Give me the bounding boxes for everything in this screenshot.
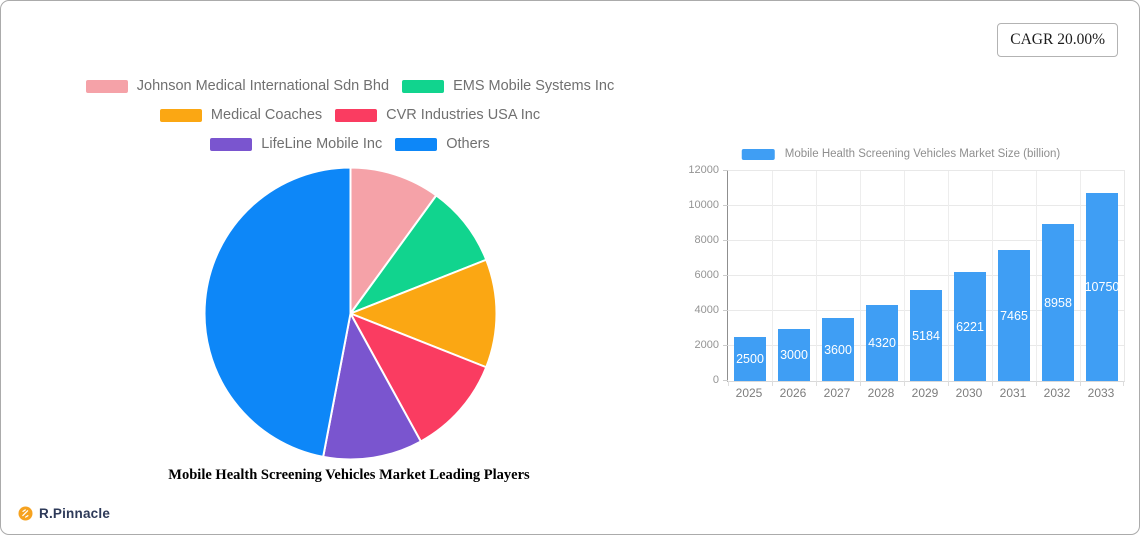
- bar-legend-item[interactable]: Mobile Health Screening Vehicles Market …: [741, 148, 1061, 160]
- x-axis-tick-label: 2030: [955, 386, 983, 400]
- legend-swatch: [85, 79, 128, 93]
- x-axis-tick-label: 2032: [1043, 386, 1071, 400]
- gridline-vertical: [948, 171, 949, 381]
- legend-item-medical-coaches[interactable]: Medical Coaches: [159, 107, 323, 123]
- y-axis-tick: [723, 275, 728, 276]
- pie-legend-row: Johnson Medical International Sdn Bhd EMS…: [85, 75, 614, 97]
- y-axis-tick: [723, 240, 728, 241]
- gridline-vertical: [992, 171, 993, 381]
- cagr-label: CAGR 20.00%: [1010, 31, 1105, 48]
- bar-value-label: 4320: [868, 336, 896, 351]
- y-axis-tick: [723, 345, 728, 346]
- y-axis-tick-label: 4000: [694, 304, 719, 316]
- legend-item-lifeline-mobile-inc[interactable]: LifeLine Mobile Inc: [210, 136, 382, 152]
- bar-value-label: 6221: [956, 319, 984, 334]
- pinnacle-logo-icon: [18, 506, 33, 521]
- bar-value-label: 10750: [1084, 279, 1120, 294]
- bar-value-label: 8958: [1044, 295, 1072, 310]
- bar-value-label: 3000: [780, 347, 808, 362]
- x-axis-tick: [1123, 381, 1124, 386]
- report-canvas: CAGR 20.00% Johnson Medical Internationa…: [0, 0, 1140, 535]
- bar-chart: Mobile Health Screening Vehicles Market …: [688, 148, 1125, 404]
- legend-label: CVR Industries USA Inc: [386, 107, 541, 123]
- legend-item-cvr-industries-usa-inc[interactable]: CVR Industries USA Inc: [335, 107, 540, 123]
- y-axis-tick-label: 2000: [694, 339, 719, 351]
- legend-label: EMS Mobile Systems Inc: [453, 78, 615, 94]
- pie-legend: Johnson Medical International Sdn Bhd EMS…: [0, 75, 700, 155]
- y-axis-tick: [723, 310, 728, 311]
- legend-item-ems-mobile-systems-inc[interactable]: EMS Mobile Systems Inc: [402, 78, 614, 94]
- brand-name: R.Pinnacle: [39, 506, 111, 521]
- bar-value-label: 7465: [1000, 308, 1028, 323]
- pie-legend-row: LifeLine Mobile Inc Others: [210, 133, 490, 155]
- legend-swatch: [402, 79, 445, 93]
- x-axis-tick-label: 2027: [823, 386, 851, 400]
- y-axis-tick: [723, 205, 728, 206]
- bar-value-label: 3600: [824, 342, 852, 357]
- x-axis-tick-label: 2031: [999, 386, 1027, 400]
- brand-logo: R.Pinnacle: [18, 506, 110, 521]
- x-axis-tick-label: 2029: [911, 386, 939, 400]
- y-axis: 0 2000 4000 6000 8000 10000 12000: [669, 164, 719, 386]
- pie-chart-title: Mobile Health Screening Vehicles Market …: [168, 467, 530, 483]
- legend-label: Others: [446, 136, 490, 152]
- legend-swatch: [210, 137, 253, 151]
- x-axis-tick-label: 2026: [779, 386, 807, 400]
- pie-chart-svg: [203, 166, 498, 461]
- pie-legend-row: Medical Coaches CVR Industries USA Inc: [159, 104, 540, 126]
- legend-label: LifeLine Mobile Inc: [261, 136, 383, 152]
- bar-legend-swatch: [741, 148, 775, 160]
- legend-item-johnson-medical-international-sdn-bhd[interactable]: Johnson Medical International Sdn Bhd: [85, 78, 390, 94]
- gridline-vertical: [1080, 171, 1081, 381]
- gridline-vertical: [904, 171, 905, 381]
- gridline-vertical: [1036, 171, 1037, 381]
- legend-label: Medical Coaches: [210, 107, 323, 123]
- pie-chart: [202, 165, 499, 462]
- x-axis-tick-label: 2033: [1087, 386, 1115, 400]
- y-axis-tick-label: 0: [712, 374, 719, 386]
- cagr-badge: CAGR 20.00%: [997, 23, 1118, 57]
- y-axis-tick: [723, 170, 728, 171]
- y-axis-tick-label: 12000: [688, 164, 719, 176]
- gridline-horizontal: [728, 205, 1124, 206]
- bar-legend-label: Mobile Health Screening Vehicles Market …: [784, 148, 1061, 160]
- pie-slice-others: [203, 166, 352, 458]
- y-axis-tick-label: 10000: [688, 199, 719, 211]
- x-axis-tick-label: 2028: [867, 386, 895, 400]
- x-axis-tick-label: 2025: [735, 386, 763, 400]
- y-axis-tick-label: 6000: [694, 269, 719, 281]
- legend-swatch: [335, 108, 378, 122]
- bar-value-label: 2500: [736, 352, 764, 367]
- x-axis: 2025 2026 2027 2028 2029 2030 2031 2032 2033: [727, 386, 1123, 402]
- bar-plot-area: 2500 3000 3600 4320 5184 6221 7465 8958 10750: [723, 170, 1125, 386]
- legend-swatch: [159, 108, 202, 122]
- bar-value-label: 5184: [912, 328, 940, 343]
- y-axis-tick-label: 8000: [694, 234, 719, 246]
- legend-item-others[interactable]: Others: [395, 136, 490, 152]
- legend-label: Johnson Medical International Sdn Bhd: [136, 78, 390, 94]
- legend-swatch: [395, 137, 438, 151]
